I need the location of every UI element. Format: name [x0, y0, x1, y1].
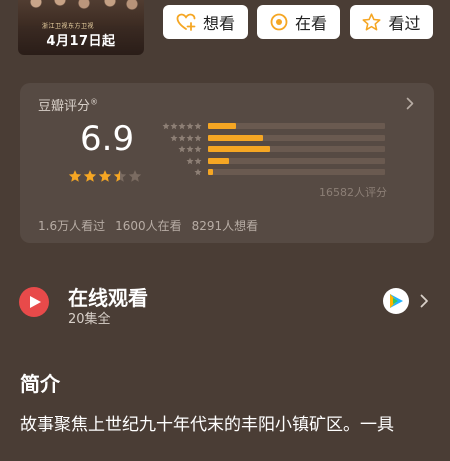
distribution-bar-fill — [208, 157, 230, 164]
chevron-right-icon[interactable] — [406, 95, 414, 114]
distribution-star-label — [158, 134, 202, 142]
distribution-bar-fill — [208, 146, 270, 152]
poster-image[interactable]: 浙江卫视东方卫视 4月17日起 — [18, 0, 144, 55]
watched-label: 看过 — [388, 14, 421, 33]
want-count: 8291人想看 — [191, 219, 259, 233]
poster-tagline: 浙江卫视东方卫视 — [42, 23, 95, 30]
watched-button[interactable]: 看过 — [350, 5, 433, 39]
distribution-bar-track — [208, 169, 385, 175]
poster-date: 4月17日起 — [46, 34, 116, 49]
episode-count: 20集全 — [68, 312, 111, 327]
rating-stars — [68, 169, 142, 183]
star-small-icon — [194, 157, 202, 164]
star-small-icon — [170, 134, 178, 141]
star-filled-icon — [83, 170, 97, 182]
star-small-icon — [194, 122, 202, 130]
distribution-bar-track — [208, 146, 385, 152]
distribution-row-2-star — [158, 157, 408, 165]
star-small-icon — [186, 145, 194, 153]
star-filled-icon — [98, 170, 112, 182]
watched-count: 1.6万人看过 — [38, 219, 106, 233]
online-watch-title[interactable]: 在线观看 — [68, 282, 148, 311]
distribution-bar-track — [208, 134, 385, 141]
rating-count: 16582人评分 — [319, 186, 387, 199]
tencent-video-icon[interactable] — [383, 288, 409, 314]
rating-source-title: 豆瓣评分® — [38, 97, 99, 114]
distribution-star-label — [158, 122, 202, 130]
watching-button[interactable]: 在看 — [257, 5, 340, 39]
star-small-icon — [186, 157, 194, 164]
distribution-row-5-star — [158, 122, 408, 130]
star-small-icon — [186, 134, 194, 141]
star-empty-icon — [128, 170, 142, 182]
heart-plus-icon — [176, 13, 196, 31]
douban-rating-card[interactable]: 豆瓣评分® 6.9 16582人评分 1.6万人看过 1600人在看 8291人… — [20, 83, 434, 243]
star-small-icon — [162, 122, 170, 130]
watching-count: 1600人在看 — [115, 219, 182, 233]
want-to-watch-button[interactable]: 想看 — [163, 5, 248, 39]
star-half-icon — [113, 170, 127, 182]
chevron-right-icon[interactable] — [420, 293, 429, 312]
star-small-icon — [170, 122, 178, 130]
distribution-row-1-star — [158, 168, 408, 176]
target-circle-icon — [270, 13, 288, 31]
star-filled-icon — [68, 170, 82, 182]
star-small-icon — [178, 145, 186, 153]
distribution-bar-fill — [208, 134, 263, 141]
intro-text-continuation — [20, 441, 440, 461]
intro-heading: 简介 — [20, 372, 60, 396]
distribution-row-4-star — [158, 134, 408, 142]
star-small-icon — [194, 134, 202, 141]
star-small-icon — [186, 122, 194, 130]
rating-score: 6.9 — [80, 119, 135, 159]
distribution-star-label — [158, 168, 202, 176]
distribution-bar-fill — [208, 123, 237, 129]
distribution-bar-track — [208, 157, 385, 164]
distribution-row-3-star — [158, 145, 408, 153]
play-icon[interactable] — [19, 287, 49, 317]
distribution-star-label — [158, 157, 202, 165]
distribution-bar-fill — [208, 169, 214, 175]
star-small-icon — [194, 168, 202, 176]
star-small-icon — [178, 122, 186, 130]
want-to-watch-label: 想看 — [202, 14, 235, 33]
star-outline-icon — [362, 13, 381, 31]
star-small-icon — [194, 145, 202, 153]
distribution-star-label — [158, 145, 202, 153]
distribution-bar-track — [208, 123, 385, 129]
rating-stats: 1.6万人看过 1600人在看 8291人想看 — [38, 217, 258, 234]
watching-label: 在看 — [294, 14, 327, 33]
star-small-icon — [178, 134, 186, 141]
intro-text: 故事聚焦上世纪九十年代末的丰阳小镇矿区。一具 — [20, 415, 394, 435]
